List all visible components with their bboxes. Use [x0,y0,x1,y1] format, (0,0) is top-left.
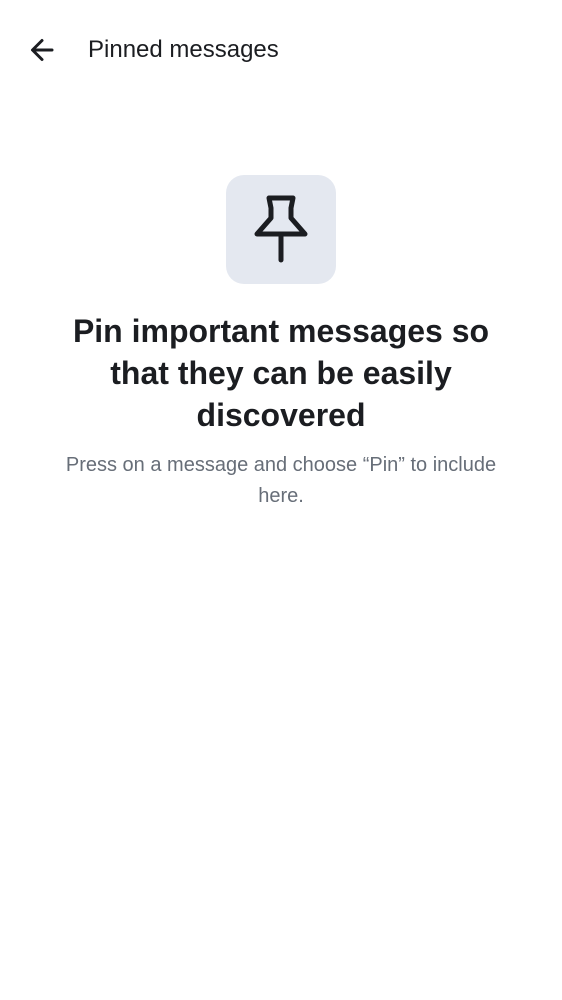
page-title: Pinned messages [88,36,279,63]
pin-icon [254,195,308,262]
back-button[interactable] [20,28,64,72]
empty-state-subtitle: Press on a message and choose “Pin” to i… [65,454,497,507]
top-app-bar: Pinned messages [0,0,562,100]
empty-state-heading: Pin important messages so that they can … [72,313,490,433]
arrow-left-icon [31,39,54,61]
pin-icon-tile [226,175,336,284]
